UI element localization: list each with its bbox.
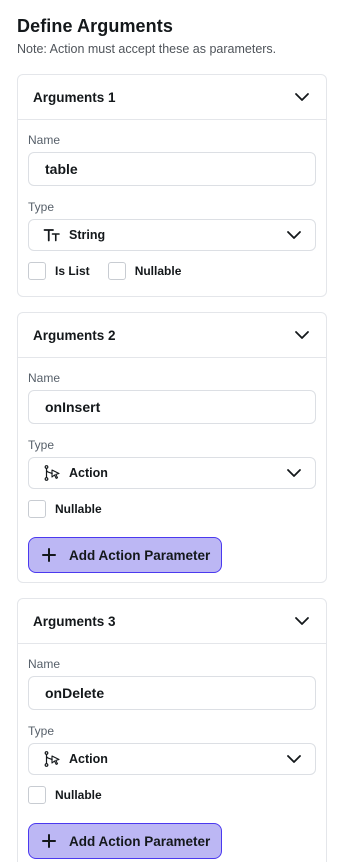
chevron-down-icon[interactable] (293, 326, 311, 344)
argument-card-1: Arguments 1 Name table Type String Is Li… (17, 74, 327, 297)
nullable-checkbox[interactable]: Nullable (28, 786, 102, 804)
define-arguments-panel: Define Arguments Note: Action must accep… (0, 0, 343, 862)
checkbox-label: Nullable (134, 264, 182, 278)
nullable-checkbox[interactable]: Nullable (107, 262, 182, 280)
argument-card-2: Arguments 2 Name onInsert Type Action Nu… (17, 312, 327, 583)
name-label: Name (28, 371, 61, 385)
type-dropdown[interactable]: Action (28, 457, 316, 489)
argument-card-title: Arguments 2 (33, 327, 116, 343)
action-icon (44, 751, 60, 767)
checkbox-box[interactable] (28, 262, 46, 280)
button-label: Add Action Parameter (69, 833, 211, 849)
checkbox-label: Is List (55, 264, 90, 278)
checkbox-box[interactable] (28, 786, 46, 804)
type-value: String (69, 228, 106, 242)
add-action-parameter-button[interactable]: Add Action Parameter (28, 537, 222, 573)
type-dropdown[interactable]: Action (28, 743, 316, 775)
type-label: Type (28, 200, 55, 214)
add-action-parameter-button[interactable]: Add Action Parameter (28, 823, 222, 859)
argument-card-title: Arguments 3 (33, 613, 116, 629)
type-label: Type (28, 724, 55, 738)
checkbox-box[interactable] (28, 500, 46, 518)
action-icon (44, 465, 60, 481)
argument-card-header[interactable]: Arguments 2 (18, 313, 326, 358)
plus-icon (42, 548, 56, 562)
chevron-down-icon (287, 231, 301, 239)
text-type-icon (43, 229, 60, 242)
page-note: Note: Action must accept these as parame… (17, 42, 277, 56)
name-label: Name (28, 657, 61, 671)
name-input[interactable]: onDelete (28, 676, 316, 710)
argument-card-header[interactable]: Arguments 3 (18, 599, 326, 644)
argument-card-title: Arguments 1 (33, 89, 116, 105)
type-dropdown[interactable]: String (28, 219, 316, 251)
type-label: Type (28, 438, 55, 452)
name-input[interactable]: table (28, 152, 316, 186)
plus-icon (42, 834, 56, 848)
argument-card-3: Arguments 3 Name onDelete Type Action Nu… (17, 598, 327, 862)
checkbox-label: Nullable (55, 502, 102, 516)
checkbox-label: Nullable (55, 788, 102, 802)
checkbox-box[interactable] (107, 262, 126, 280)
type-value: Action (69, 752, 108, 766)
name-label: Name (28, 133, 61, 147)
chevron-down-icon[interactable] (293, 88, 311, 106)
is-list-checkbox[interactable]: Is List (28, 262, 90, 280)
argument-card-header[interactable]: Arguments 1 (18, 75, 326, 120)
chevron-down-icon (287, 469, 301, 477)
name-input[interactable]: onInsert (28, 390, 316, 424)
nullable-checkbox[interactable]: Nullable (28, 500, 102, 518)
page-title: Define Arguments (17, 16, 173, 36)
button-label: Add Action Parameter (69, 547, 211, 563)
type-value: Action (69, 466, 108, 480)
chevron-down-icon (287, 755, 301, 763)
chevron-down-icon[interactable] (293, 612, 311, 630)
